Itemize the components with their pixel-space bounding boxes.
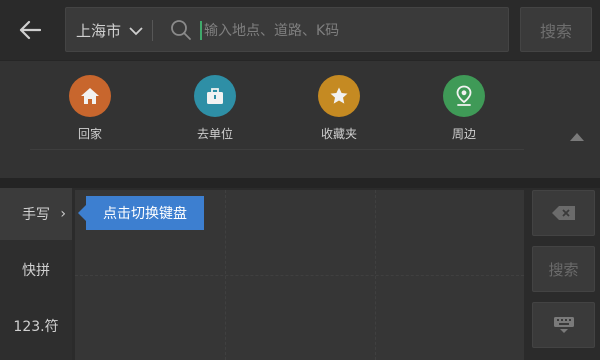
grid-line: [75, 275, 524, 276]
city-selector[interactable]: 上海市: [76, 8, 143, 53]
hide-keyboard-button[interactable]: [532, 302, 595, 348]
quick-action-label: 回家: [77, 127, 102, 141]
search-icon: [171, 20, 191, 40]
briefcase-icon: [194, 75, 236, 117]
quick-action-home[interactable]: 回家: [50, 75, 130, 142]
search-box: 上海市: [65, 7, 509, 53]
keyboard-hide-icon: [553, 317, 574, 333]
delete-button[interactable]: [532, 190, 595, 236]
quick-action-label: 周边: [451, 127, 476, 141]
quick-action-label: 去单位: [196, 127, 233, 141]
keyboard-mode-column: 手写 › 快拼 123.符: [0, 188, 72, 360]
mode-quickpinyin-button[interactable]: 快拼: [0, 244, 72, 296]
collapse-button[interactable]: [565, 127, 589, 147]
mode-symbols-button[interactable]: 123.符: [0, 300, 72, 352]
search-button[interactable]: 搜索: [520, 7, 592, 52]
divider: [30, 149, 524, 150]
home-icon: [69, 75, 111, 117]
back-button[interactable]: [8, 10, 52, 50]
grid-line: [375, 190, 376, 360]
arrow-left-icon: [19, 20, 41, 40]
tooltip-arrow: [78, 205, 86, 221]
quick-action-work[interactable]: 去单位: [175, 75, 255, 142]
keyboard-search-button[interactable]: 搜索: [532, 246, 595, 292]
backspace-icon: [551, 206, 575, 220]
grid-line: [225, 190, 226, 360]
quick-action-favorites[interactable]: 收藏夹: [299, 75, 379, 142]
switch-keyboard-tooltip: 点击切换键盘: [86, 196, 204, 230]
star-icon: [318, 75, 360, 117]
search-input[interactable]: [204, 8, 494, 53]
separator-strip: [0, 178, 600, 188]
text-cursor: [200, 21, 202, 40]
mode-label: 手写: [22, 207, 50, 223]
chevron-down-icon: [129, 26, 143, 35]
top-bar: 上海市 搜索: [0, 0, 600, 60]
quick-actions-panel: 回家 去单位 收藏夹 周边: [0, 60, 600, 178]
mode-label: 123.符: [13, 319, 59, 335]
quick-action-label: 收藏夹: [320, 127, 357, 141]
mode-label: 快拼: [22, 263, 50, 279]
quick-action-nearby[interactable]: 周边: [424, 75, 504, 142]
chevron-right-icon: ›: [60, 206, 66, 222]
location-pin-icon: [443, 75, 485, 117]
mode-handwriting-button[interactable]: 手写 ›: [0, 188, 72, 240]
triangle-up-icon: [570, 133, 584, 141]
city-divider: [152, 20, 153, 41]
city-label: 上海市: [76, 22, 122, 40]
